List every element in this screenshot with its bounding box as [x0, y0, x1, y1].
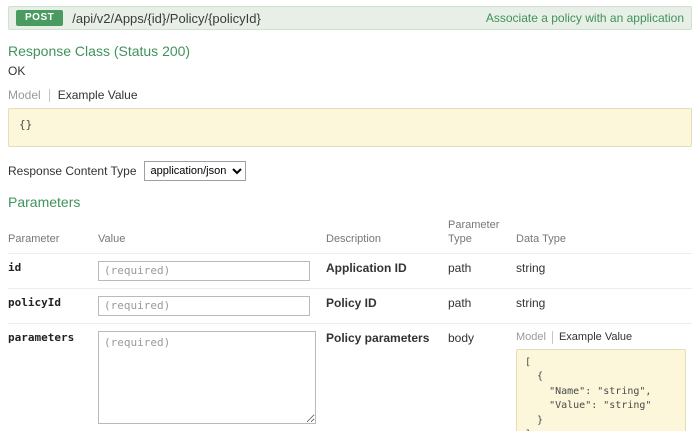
col-parameter-type: Parameter Type: [448, 215, 516, 253]
parameters-table: Parameter Value Description Parameter Ty…: [8, 215, 692, 431]
swagger-operation-page: POST /api/v2/Apps/{id}/Policy/{policyId}…: [0, 0, 700, 431]
tab-divider: [552, 331, 553, 344]
tab-example-value[interactable]: Example Value: [58, 88, 138, 102]
col-parameter: Parameter: [8, 215, 98, 253]
response-content-type-select[interactable]: application/json: [144, 161, 246, 181]
body-schema-tabs: Model Example Value: [516, 331, 684, 344]
param-description: Application ID: [326, 253, 448, 288]
table-header-row: Parameter Value Description Parameter Ty…: [8, 215, 692, 253]
http-method-badge: POST: [16, 10, 63, 26]
param-description: Policy ID: [326, 288, 448, 323]
response-class-title: Response Class (Status 200): [8, 43, 692, 59]
parameters-textarea[interactable]: [98, 331, 316, 424]
operation-header[interactable]: POST /api/v2/Apps/{id}/Policy/{policyId}…: [8, 6, 692, 30]
response-content-type-row: Response Content Type application/json: [8, 161, 692, 181]
operation-path: /api/v2/Apps/{id}/Policy/{policyId}: [72, 11, 261, 26]
parameters-title: Parameters: [8, 194, 692, 210]
param-data-type: string: [516, 288, 692, 323]
tab-model[interactable]: Model: [8, 88, 41, 102]
tab-divider: [49, 89, 50, 102]
body-example-code: [ { "Name": "string", "Value": "string" …: [516, 349, 686, 431]
operation-summary-link[interactable]: Associate a policy with an application: [486, 11, 684, 25]
tab-model[interactable]: Model: [516, 331, 546, 343]
param-data-type: string: [516, 253, 692, 288]
id-input[interactable]: [98, 261, 310, 281]
param-name-parameters: parameters: [8, 323, 98, 431]
table-row: id Application ID path string: [8, 253, 692, 288]
param-type: body: [448, 323, 516, 431]
response-status-text: OK: [8, 64, 692, 78]
param-type: path: [448, 253, 516, 288]
param-name-id: id: [8, 253, 98, 288]
table-row: policyId Policy ID path string: [8, 288, 692, 323]
col-value: Value: [98, 215, 326, 253]
response-content-type-label: Response Content Type: [8, 164, 137, 178]
policyid-input[interactable]: [98, 296, 310, 316]
param-type: path: [448, 288, 516, 323]
response-example-code: {}: [8, 108, 692, 147]
col-data-type: Data Type: [516, 215, 692, 253]
tab-example-value[interactable]: Example Value: [559, 331, 632, 343]
param-name-policyid: policyId: [8, 288, 98, 323]
col-description: Description: [326, 215, 448, 253]
table-row: parameters Parameter content type: appli…: [8, 323, 692, 431]
param-description: Policy parameters: [326, 323, 448, 431]
response-tabs: Model Example Value: [8, 88, 692, 102]
